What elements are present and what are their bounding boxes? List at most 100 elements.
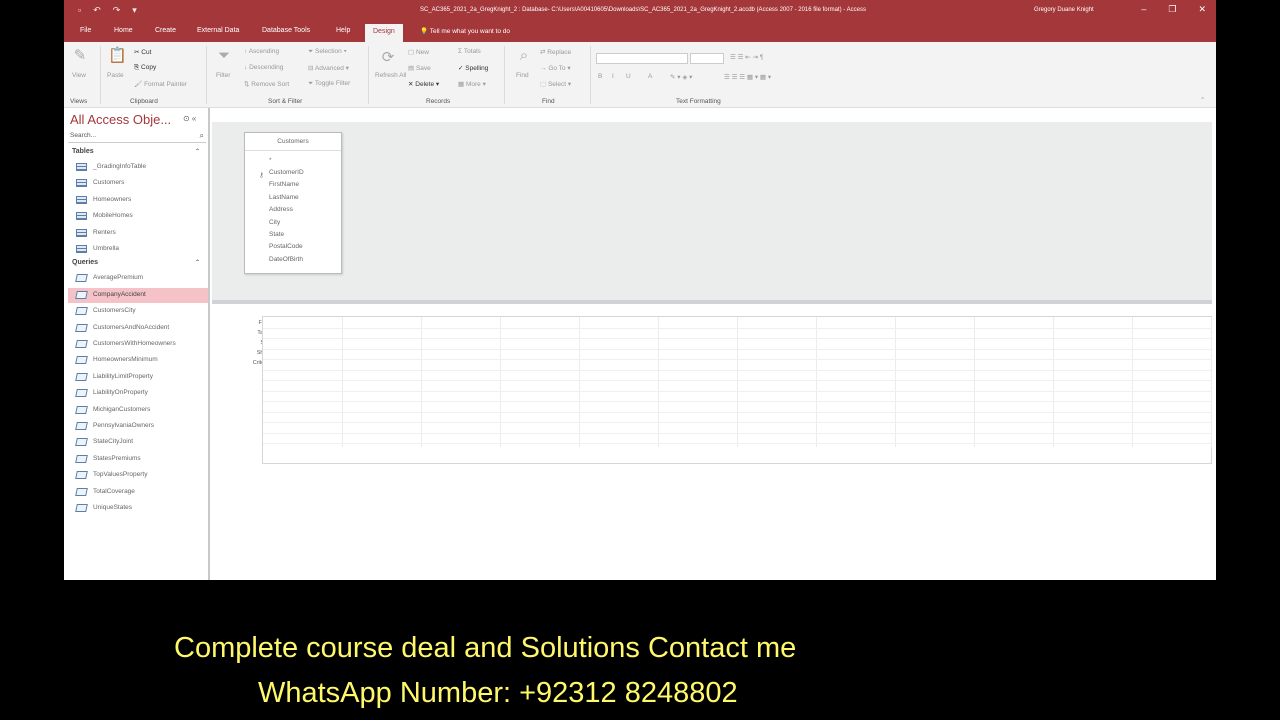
selection-button[interactable]: ⏷ Selection ▾ [308,48,347,56]
nav-search-input[interactable]: Search... ⌕ [68,131,206,143]
refresh-all-button[interactable]: Refresh All [375,72,406,79]
font-name-combo[interactable] [596,53,688,64]
tell-me-box[interactable]: 💡 Tell me what you want to do [420,27,510,35]
find-button[interactable]: Find [516,72,529,79]
minimize-icon[interactable]: – [1141,4,1146,15]
nav-table-item[interactable]: Homeowners [68,193,208,208]
tab-file[interactable]: File [80,27,91,34]
nav-table-item[interactable]: Umbrella [68,242,208,257]
query-icon [75,438,88,447]
font-size-combo[interactable] [690,53,724,64]
field-item[interactable]: FirstName [269,181,299,188]
view-icon[interactable]: ✎ [72,48,88,64]
nav-query-item[interactable]: CompanyAccident [68,287,208,303]
design-grid[interactable] [262,316,1212,464]
table-icon [76,212,87,221]
nav-section-tables[interactable]: Tables ⌃ [72,148,200,155]
close-icon[interactable]: ✕ [1198,4,1206,15]
toggle-filter-button[interactable]: ⏷ Toggle Filter [308,80,350,88]
customize-icon[interactable]: ▾ [132,5,137,16]
undo-icon[interactable]: ↶ [93,5,101,16]
alignment-icons[interactable]: ☰ ☰ ☰ ▦ ▾ ▦ ▾ [724,73,771,81]
grid-column-divider [421,317,422,447]
delete-record-button[interactable]: ✕ Delete ▾ [408,80,439,88]
field-item[interactable]: PostalCode [269,243,303,250]
find-icon[interactable]: ⌕ [516,48,532,64]
tab-design[interactable]: Design [365,24,403,42]
field-item[interactable]: DateOfBirth [269,256,303,263]
restore-icon[interactable]: ❐ [1168,4,1176,15]
underline-button[interactable]: U [626,73,631,80]
nav-query-item[interactable]: StatesPremiums [68,452,208,467]
nav-query-item[interactable]: LiabilityOnProperty [68,386,208,401]
field-list-all-fields[interactable]: * [269,157,272,164]
refresh-icon[interactable]: ⟳ [380,50,396,66]
go-to-button[interactable]: → Go To ▾ [540,64,571,72]
nav-query-item[interactable]: HomeownersMinimum [68,353,208,368]
more-button[interactable]: ▦ More ▾ [458,80,486,88]
nav-table-item[interactable]: _GradingInfoTable [68,160,208,175]
tab-help[interactable]: Help [336,27,350,34]
select-button[interactable]: ⬚ Select ▾ [540,80,571,88]
nav-query-item[interactable]: AveragePremium [68,271,208,286]
nav-query-item[interactable]: TotalCoverage [68,485,208,500]
nav-section-queries[interactable]: Queries ⌃ [72,259,200,266]
user-name[interactable]: Gregory Duane Knight [1034,7,1094,13]
redo-icon[interactable]: ↷ [113,5,121,16]
highlight-icon[interactable]: ✎ ▾ ◈ ▾ [670,73,692,81]
list-icons[interactable]: ☰ ☰ ⇤ ⇥ ¶ [730,53,763,61]
paste-icon[interactable]: 📋 [108,48,127,64]
nav-table-item[interactable]: Renters [68,226,208,241]
new-record-button[interactable]: ▢ New [408,48,429,56]
advanced-button[interactable]: ⊟ Advanced ▾ [308,64,349,72]
spelling-button[interactable]: ✓ Spelling [458,64,488,72]
field-item[interactable]: City [269,219,280,226]
nav-query-item[interactable]: CustomersCity [68,304,208,319]
nav-query-item[interactable]: PennsylvaniaOwners [68,419,208,434]
field-item[interactable]: State [269,231,284,238]
descending-button[interactable]: ↓ Descending [244,64,283,71]
nav-query-item[interactable]: CustomersWithHomeowners [68,337,208,352]
cut-button[interactable]: ✂ Cut [134,48,151,56]
filter-icon[interactable]: ⏷ [216,48,232,64]
field-list-customers[interactable]: Customers * ⚷ CustomerID FirstName LastNam… [244,132,342,274]
query-icon [75,323,88,332]
nav-table-item[interactable]: Customers [68,176,208,191]
font-color-button[interactable]: A [648,73,652,80]
field-item[interactable]: Address [269,206,293,213]
remove-sort-button[interactable]: ⇅ Remove Sort [244,80,289,88]
field-list-title[interactable]: Customers [245,133,341,151]
field-item[interactable]: CustomerID [269,169,304,176]
save-record-button[interactable]: ▤ Save [408,64,431,72]
totals-button[interactable]: Σ Totals [458,48,481,55]
field-item[interactable]: LastName [269,194,299,201]
bold-button[interactable]: B [598,73,602,80]
tab-home[interactable]: Home [114,27,133,34]
nav-query-item[interactable]: CustomersAndNoAccident [68,321,208,336]
nav-query-item[interactable]: TopValuesProperty [68,468,208,483]
replace-button[interactable]: ⇄ Replace [540,48,571,56]
nav-query-item[interactable]: MichiganCustomers [68,403,208,418]
filter-button[interactable]: Filter [216,72,230,79]
format-painter-button[interactable]: 🖌 Format Painter [134,80,187,88]
paste-button[interactable]: Paste [107,72,124,79]
view-button[interactable]: View [72,72,86,79]
nav-query-item[interactable]: StateCityJoint [68,435,208,450]
tab-external-data[interactable]: External Data [197,27,239,34]
grid-column-divider [579,317,580,447]
nav-pane-controls[interactable]: ⊙ « [183,114,196,123]
nav-query-item[interactable]: LiabilityLimitProperty [68,370,208,385]
nav-item-label: LiabilityOnProperty [93,389,148,397]
query-icon [75,372,88,381]
collapse-ribbon-icon[interactable]: ⌃ [1200,96,1205,104]
nav-item-label: _GradingInfoTable [93,163,147,170]
nav-query-item[interactable]: UniqueStates [68,501,208,516]
nav-table-item[interactable]: MobileHomes [68,209,208,224]
ascending-button[interactable]: ↑ Ascending [244,48,279,55]
tab-create[interactable]: Create [155,27,176,34]
tab-database-tools[interactable]: Database Tools [262,27,310,34]
nav-pane-title[interactable]: All Access Obje... [70,112,171,127]
italic-button[interactable]: I [612,73,614,80]
copy-button[interactable]: ⎘ Copy [134,64,156,72]
save-icon[interactable]: ▫ [78,5,81,16]
